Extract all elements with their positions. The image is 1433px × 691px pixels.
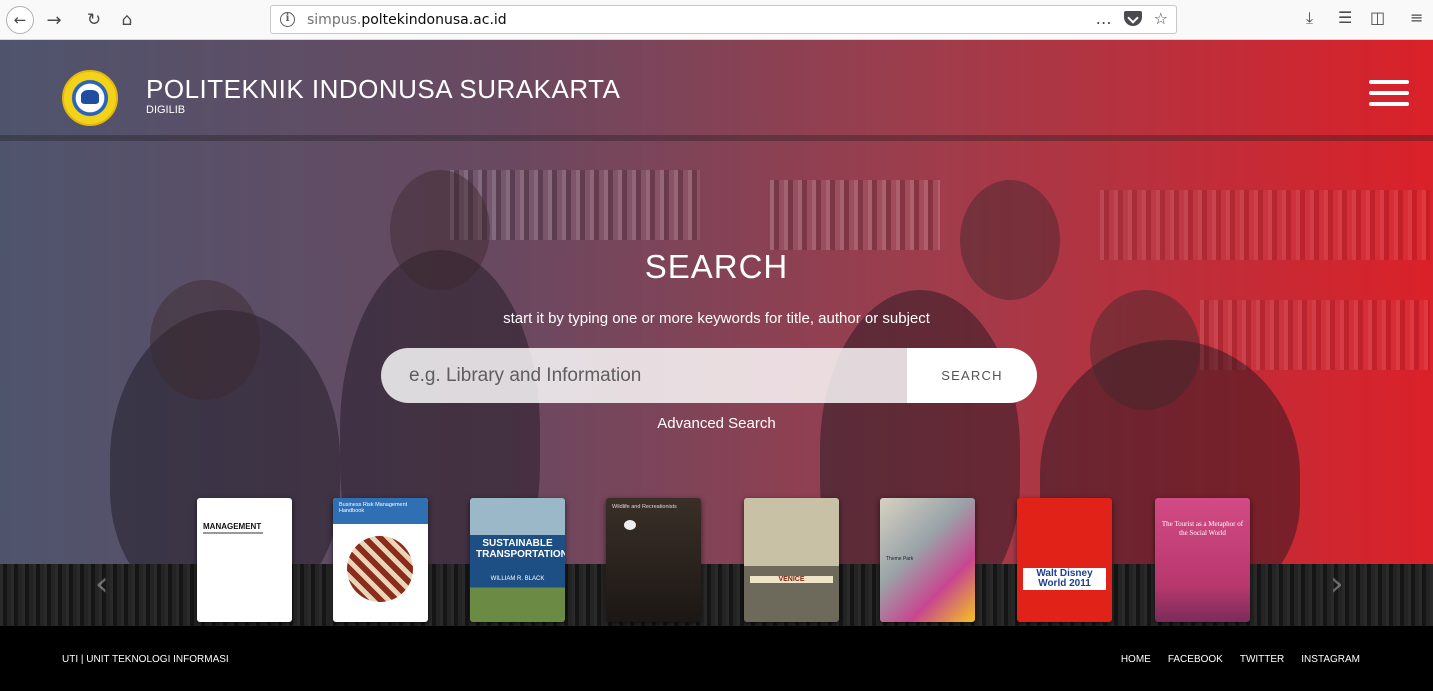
search-button[interactable]: SEARCH bbox=[907, 348, 1037, 403]
book-title: VENICE bbox=[750, 576, 833, 583]
url-prefix: simpus. bbox=[307, 12, 362, 28]
footer-link-twitter[interactable]: TWITTER bbox=[1240, 654, 1284, 665]
forward-arrow-icon[interactable]: → bbox=[40, 6, 68, 34]
book-cover[interactable]: Wildlife and Recreationists bbox=[606, 498, 701, 622]
footer-link-facebook[interactable]: FACEBOOK bbox=[1168, 654, 1223, 665]
search-hint: start it by typing one or more keywords … bbox=[503, 310, 930, 327]
bookshelf-decor bbox=[770, 180, 940, 250]
site-title[interactable]: POLITEKNIK INDONUSA SURAKARTA bbox=[146, 74, 620, 105]
back-arrow-icon[interactable]: ← bbox=[6, 6, 34, 34]
advanced-search-link[interactable]: Advanced Search bbox=[0, 415, 1433, 432]
book-cover[interactable]: SUSTAINABLE TRANSPORTATION WILLIAM R. BL… bbox=[470, 498, 565, 622]
site-footer: UTI | UNIT TEKNOLOGI INFORMASI HOME FACE… bbox=[0, 626, 1433, 691]
page-actions-icon[interactable]: … bbox=[1096, 9, 1112, 28]
hamburger-line bbox=[1369, 102, 1409, 106]
book-cover[interactable]: VENICE bbox=[744, 498, 839, 622]
site-info-icon[interactable]: i bbox=[280, 12, 295, 27]
politeknik-logo[interactable] bbox=[62, 70, 118, 126]
site-header: POLITEKNIK INDONUSA SURAKARTA DIGILIB bbox=[0, 40, 1433, 140]
book-cover-art bbox=[347, 536, 413, 602]
book-cover[interactable]: Theme Park bbox=[880, 498, 975, 622]
url-domain: poltekindonusa.ac.id bbox=[361, 12, 507, 28]
library-icon[interactable]: ☰ bbox=[1338, 8, 1352, 27]
search-heading: SEARCH bbox=[644, 248, 789, 285]
hamburger-line bbox=[1369, 91, 1409, 95]
hamburger-menu-icon[interactable] bbox=[1369, 80, 1409, 106]
book-cover[interactable]: The Tourist as a Metaphor of the Social … bbox=[1155, 498, 1250, 622]
book-title: MANAGEMENT bbox=[203, 522, 262, 531]
hamburger-line bbox=[1369, 80, 1409, 84]
menu-icon[interactable]: ≡ bbox=[1410, 8, 1423, 27]
carousel-next-icon[interactable]: › bbox=[1330, 564, 1344, 604]
carousel-prev-icon[interactable]: ‹ bbox=[95, 564, 109, 604]
home-icon[interactable]: ⌂ bbox=[113, 6, 141, 34]
address-bar[interactable]: i simpus.poltekindonusa.ac.id … ☆ bbox=[270, 5, 1177, 34]
book-subtitle-line bbox=[203, 532, 263, 534]
book-title: The Tourist as a Metaphor of the Social … bbox=[1161, 520, 1244, 537]
footer-link-home[interactable]: HOME bbox=[1121, 654, 1151, 665]
browser-toolbar: ← → ↻ ⌂ i simpus.poltekindonusa.ac.id … … bbox=[0, 0, 1433, 40]
sidebar-icon[interactable]: ◫ bbox=[1370, 8, 1385, 27]
search-form: SEARCH bbox=[381, 348, 1037, 403]
footer-credit: UTI | UNIT TEKNOLOGI INFORMASI bbox=[62, 654, 229, 665]
footer-link-instagram[interactable]: INSTAGRAM bbox=[1301, 654, 1360, 665]
book-title: SUSTAINABLE TRANSPORTATION bbox=[476, 538, 565, 560]
book-title: Theme Park bbox=[886, 556, 914, 562]
search-input[interactable] bbox=[381, 348, 907, 403]
book-title: Walt Disney World 2011 bbox=[1023, 568, 1106, 590]
footer-nav: HOME FACEBOOK TWITTER INSTAGRAM bbox=[1121, 654, 1360, 665]
site-subtitle: DIGILIB bbox=[146, 104, 186, 116]
url-text[interactable]: simpus.poltekindonusa.ac.id bbox=[307, 12, 507, 28]
hero-section: POLITEKNIK INDONUSA SURAKARTA DIGILIB SE… bbox=[0, 40, 1433, 626]
book-author: WILLIAM R. BLACK bbox=[490, 576, 545, 582]
book-cover[interactable]: MANAGEMENT bbox=[197, 498, 292, 622]
pocket-icon[interactable] bbox=[1123, 11, 1142, 26]
download-icon[interactable]: ⤓ bbox=[1306, 8, 1313, 28]
book-title: Business Risk Management Handbook bbox=[339, 502, 408, 514]
reload-icon[interactable]: ↻ bbox=[80, 6, 108, 34]
book-cover[interactable]: Business Risk Management Handbook bbox=[333, 498, 428, 622]
book-cover-art bbox=[624, 520, 636, 530]
book-cover[interactable]: Walt Disney World 2011 bbox=[1017, 498, 1112, 622]
bookmark-star-icon[interactable]: ☆ bbox=[1154, 9, 1168, 28]
book-title: Wildlife and Recreationists bbox=[612, 504, 677, 510]
person-head bbox=[150, 280, 260, 400]
person-head bbox=[1090, 290, 1200, 410]
